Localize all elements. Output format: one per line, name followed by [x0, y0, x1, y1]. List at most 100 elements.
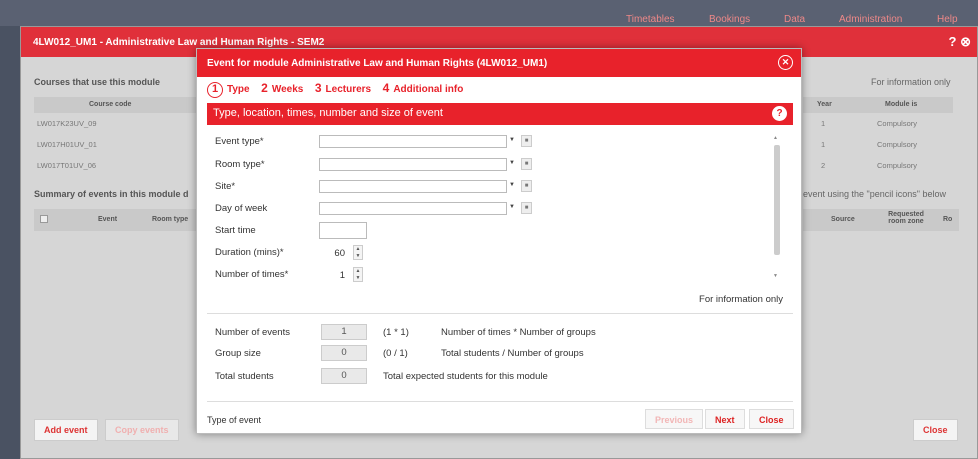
close-icon[interactable]: ⊗: [960, 34, 971, 49]
close-button[interactable]: Close: [749, 409, 794, 429]
help-icon[interactable]: ?: [949, 34, 957, 49]
group-size-value: 0: [321, 345, 367, 361]
section-header: Type, location, times, number and size o…: [207, 103, 793, 125]
clear-icon[interactable]: ■: [521, 202, 532, 214]
help-icon[interactable]: ?: [772, 106, 787, 121]
close-button[interactable]: Close: [913, 419, 958, 441]
event-type-row: Event type* ▼ ■: [215, 133, 555, 151]
year-cell: 2: [821, 161, 826, 170]
nav-bookings[interactable]: Bookings: [709, 14, 750, 25]
courses-table-header-right: Year Module is: [803, 97, 953, 113]
copy-events-button[interactable]: Copy events: [105, 419, 179, 441]
courses-table-header-left: Course code: [34, 97, 196, 113]
number-of-times-stepper[interactable]: ▲ ▼: [353, 267, 363, 282]
number-of-times-label: Number of times*: [215, 269, 289, 280]
previous-button[interactable]: Previous: [645, 409, 704, 429]
info-only-label: For information only: [871, 77, 951, 87]
step-lecturers[interactable]: 3 Lecturers: [315, 81, 371, 95]
event-type-select[interactable]: [319, 135, 507, 148]
event-dialog: Event for module Administrative Law and …: [196, 48, 802, 434]
start-time-row: Start time: [215, 222, 555, 240]
number-of-events-row: Number of events 1 (1 * 1) Number of tim…: [215, 324, 775, 342]
start-time-label: Start time: [215, 225, 256, 236]
duration-input[interactable]: 60: [319, 244, 349, 262]
col-source: Source: [831, 216, 855, 223]
start-time-input[interactable]: [319, 222, 367, 239]
number-of-times-row: Number of times* 1 ▲ ▼: [215, 266, 555, 284]
close-circle-icon[interactable]: ✕: [778, 55, 793, 70]
number-of-events-description: Number of times * Number of groups: [441, 327, 596, 338]
events-table-header-right: Source Requested room zone Ro: [803, 209, 959, 231]
nav-data[interactable]: Data: [784, 14, 805, 25]
chevron-down-icon[interactable]: ▼: [509, 182, 515, 188]
nav-help[interactable]: Help: [937, 14, 958, 25]
clear-icon[interactable]: ■: [521, 135, 532, 147]
room-type-label: Room type*: [215, 159, 265, 170]
chevron-down-icon[interactable]: ▼: [509, 160, 515, 166]
col-room-type: Room type: [152, 216, 189, 223]
group-size-formula: (0 / 1): [383, 348, 408, 359]
course-code-cell: LW017T01UV_06: [37, 161, 97, 170]
nav-timetables[interactable]: Timetables: [626, 14, 675, 25]
total-students-value: 0: [321, 368, 367, 384]
total-students-label: Total students: [215, 371, 274, 382]
summary-heading: Summary of events in this module d: [34, 189, 189, 199]
wizard-steps: 1 Type 2 Weeks 3 Lecturers 4 Additional info: [207, 81, 472, 101]
number-of-times-input[interactable]: 1: [319, 266, 349, 284]
step-type[interactable]: 1 Type: [207, 82, 250, 98]
pencil-hint: event using the "pencil icons" below: [803, 189, 946, 199]
site-row: Site* ▼ ■: [215, 178, 555, 196]
dialog-header: Event for module Administrative Law and …: [197, 49, 801, 77]
col-course-code: Course code: [89, 101, 132, 108]
scroll-up-icon[interactable]: ▲: [773, 135, 778, 141]
year-cell: 1: [821, 119, 826, 128]
course-code-cell: LW017H01UV_01: [37, 140, 97, 149]
duration-row: Duration (mins)* 60 ▲ ▼: [215, 244, 555, 262]
module-is-cell: Compulsory: [877, 119, 918, 128]
clear-icon[interactable]: ■: [521, 180, 532, 192]
total-students-description: Total expected students for this module: [383, 371, 548, 382]
day-of-week-select[interactable]: [319, 202, 507, 215]
section-title: Type, location, times, number and size o…: [213, 107, 443, 119]
room-type-select[interactable]: [319, 158, 507, 171]
divider: [207, 313, 793, 314]
total-students-row: Total students 0 Total expected students…: [215, 368, 775, 386]
footer-label: Type of event: [207, 415, 262, 425]
add-event-button[interactable]: Add event: [34, 419, 98, 441]
number-of-events-value: 1: [321, 324, 367, 340]
chevron-down-icon[interactable]: ▼: [509, 137, 515, 143]
col-ro: Ro: [943, 216, 953, 223]
dialog-title: Event for module Administrative Law and …: [207, 58, 548, 69]
event-type-label: Event type*: [215, 136, 264, 147]
event-form: Event type* ▼ ■ Room type* ▼ ■ Site* ▼ ■…: [207, 129, 793, 284]
year-cell: 1: [821, 140, 826, 149]
number-of-events-formula: (1 * 1): [383, 327, 409, 338]
step-weeks[interactable]: 2 Weeks: [261, 81, 303, 95]
events-table-header-left: Event Room type: [34, 209, 196, 231]
chevron-down-icon[interactable]: ▼: [509, 204, 515, 210]
next-button[interactable]: Next: [705, 409, 745, 429]
info-only-label: For information only: [699, 294, 783, 305]
duration-label: Duration (mins)*: [215, 247, 284, 258]
group-size-label: Group size: [215, 348, 261, 359]
number-of-events-label: Number of events: [215, 327, 290, 338]
col-year: Year: [817, 101, 832, 108]
scrollbar-thumb[interactable]: [774, 145, 780, 255]
step-additional-info[interactable]: 4 Additional info: [383, 81, 464, 95]
room-type-row: Room type* ▼ ■: [215, 156, 555, 174]
clear-icon[interactable]: ■: [521, 158, 532, 170]
select-all-checkbox[interactable]: [40, 215, 48, 223]
group-size-description: Total students / Number of groups: [441, 348, 584, 359]
scroll-down-icon[interactable]: ▼: [773, 273, 778, 279]
col-requested-room-zone: Requested room zone: [888, 211, 924, 225]
nav-administration[interactable]: Administration: [839, 14, 902, 25]
course-code-cell: LW017K23UV_09: [37, 119, 97, 128]
module-window-controls: ? ⊗: [949, 34, 971, 50]
module-is-cell: Compulsory: [877, 140, 918, 149]
form-scrollbar[interactable]: ▲ ▼: [773, 133, 781, 279]
group-size-row: Group size 0 (0 / 1) Total students / Nu…: [215, 345, 775, 363]
duration-stepper[interactable]: ▲ ▼: [353, 245, 363, 260]
site-select[interactable]: [319, 180, 507, 193]
site-label: Site*: [215, 181, 236, 192]
day-of-week-label: Day of week: [215, 203, 268, 214]
